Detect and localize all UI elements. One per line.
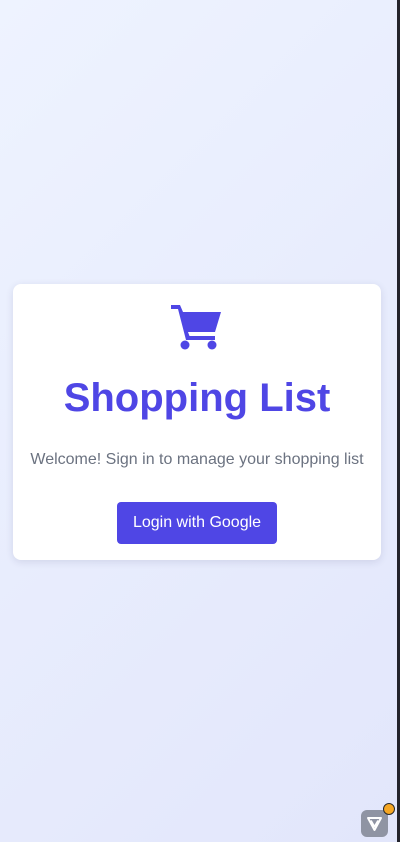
shopping-cart-icon (171, 305, 221, 350)
devtools-floating-button[interactable] (361, 810, 388, 837)
page-title: Shopping List (63, 376, 331, 420)
login-card: Shopping List Welcome! Sign in to manage… (13, 284, 381, 560)
notification-dot-icon (383, 803, 395, 815)
devtools-logo-icon (367, 817, 382, 831)
welcome-text: Welcome! Sign in to manage your shopping… (30, 451, 364, 468)
login-with-google-button[interactable]: Login with Google (117, 502, 277, 544)
